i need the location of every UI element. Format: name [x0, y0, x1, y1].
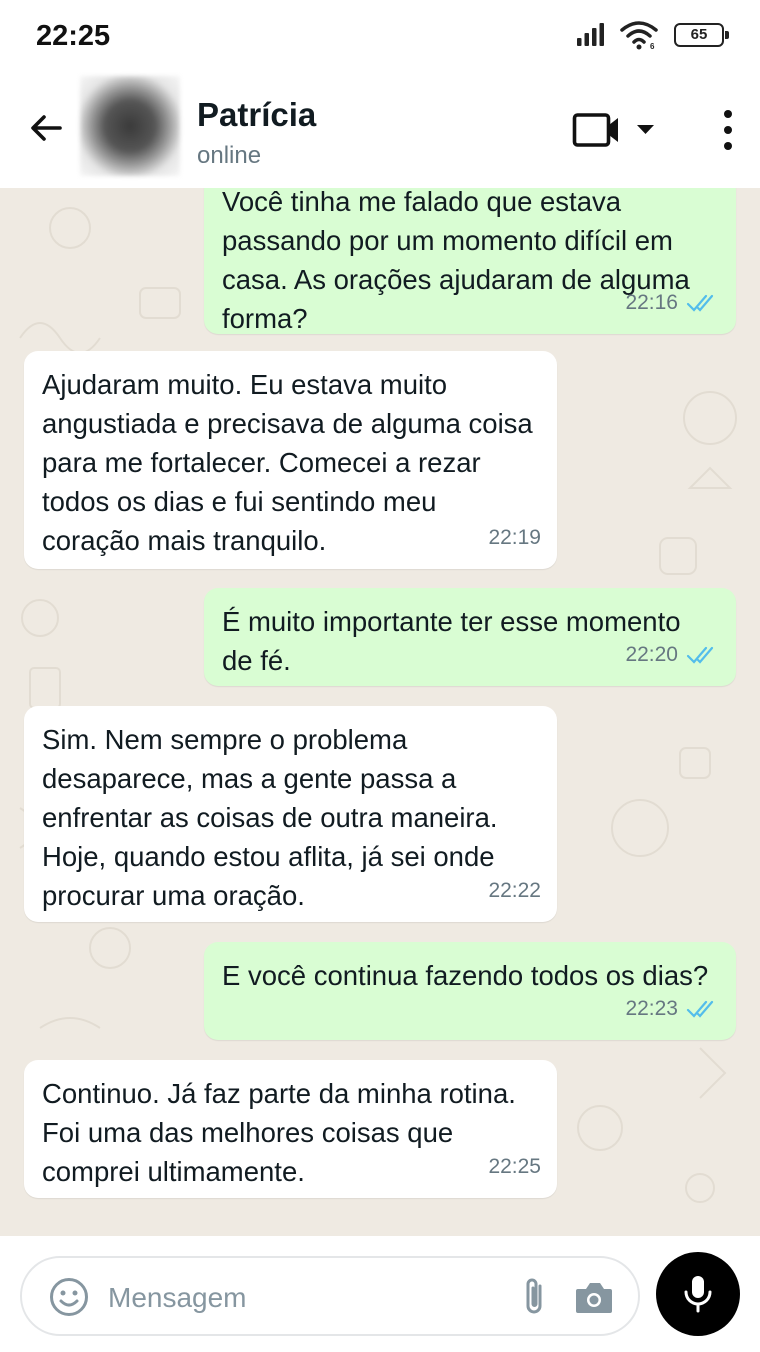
message-bubble-outgoing[interactable]: É muito importante ter esse momento de f… [204, 588, 736, 686]
status-time: 22:25 [36, 20, 111, 52]
message-meta: 22:22 [488, 871, 541, 910]
battery-indicator: 65 [674, 23, 729, 47]
message-meta: 22:23 [625, 989, 720, 1028]
message-bubble-outgoing[interactable]: E você continua fazendo todos os dias? 2… [204, 942, 736, 1040]
chat-header: Patrícia online [0, 72, 760, 188]
caret-down-icon [637, 125, 654, 134]
double-check-icon [686, 646, 714, 664]
message-bubble-incoming[interactable]: Sim. Nem sempre o problema desaparece, m… [24, 706, 557, 922]
back-arrow-icon[interactable] [26, 108, 66, 148]
avatar[interactable] [80, 76, 180, 176]
message-time: 22:25 [488, 1155, 541, 1178]
message-time: 22:19 [488, 526, 541, 549]
message-meta: 22:20 [625, 635, 720, 674]
signal-icon [577, 23, 604, 46]
video-call-button[interactable] [572, 110, 662, 150]
contact-name[interactable]: Patrícia [197, 96, 316, 134]
message-bubble-incoming[interactable]: Ajudaram muito. Eu estava muito angustia… [24, 351, 557, 569]
message-time: 22:23 [625, 997, 678, 1020]
status-icons: 6 65 [576, 18, 729, 52]
video-camera-icon [572, 113, 618, 147]
message-input-box [20, 1256, 640, 1336]
message-bubble-incoming[interactable]: Continuo. Já faz parte da minha rotina. … [24, 1060, 557, 1198]
chat-area[interactable]: Você tinha me falado que estava passando… [0, 188, 760, 1236]
message-time: 22:22 [488, 879, 541, 902]
wifi-icon: 6 [620, 21, 658, 50]
microphone-icon [684, 1276, 712, 1313]
camera-icon[interactable] [574, 1278, 614, 1316]
contact-status: online [197, 142, 262, 169]
double-check-icon [686, 294, 714, 312]
message-meta: 22:25 [488, 1147, 541, 1186]
message-time: 22:20 [625, 643, 678, 666]
double-check-icon [686, 1000, 714, 1018]
smiley-icon[interactable] [48, 1276, 90, 1318]
message-input[interactable] [108, 1278, 488, 1318]
paperclip-icon[interactable] [520, 1276, 550, 1318]
more-vertical-icon[interactable] [712, 108, 744, 152]
message-meta: 22:19 [488, 518, 541, 557]
svg-text:6: 6 [650, 42, 655, 50]
message-meta: 22:16 [625, 283, 720, 322]
status-bar: 22:25 6 65 [0, 0, 760, 72]
message-bubble-outgoing[interactable]: Você tinha me falado que estava passando… [204, 188, 736, 334]
message-time: 22:16 [625, 291, 678, 314]
message-text: Ajudaram muito. Eu estava muito angustia… [42, 369, 533, 556]
message-text: Continuo. Já faz parte da minha rotina. … [42, 1078, 516, 1187]
voice-message-button[interactable] [656, 1252, 740, 1336]
message-text: Sim. Nem sempre o problema desaparece, m… [42, 724, 498, 911]
composer-bar [0, 1236, 760, 1352]
